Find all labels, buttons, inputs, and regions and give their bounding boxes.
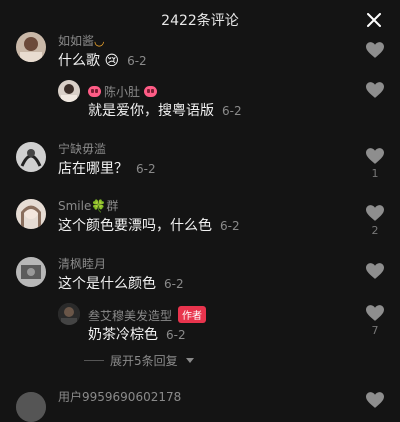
avatar[interactable] (16, 257, 46, 287)
comment-date: 6-2 (222, 104, 242, 118)
heart-icon (366, 263, 384, 279)
like-count: 2 (371, 224, 379, 237)
heart-icon (366, 42, 384, 58)
commenter-name[interactable]: 宁缺毋滥 (58, 140, 106, 157)
pig-icon (88, 86, 101, 97)
heart-icon (366, 82, 384, 98)
commenter-name[interactable]: 清枫睦月 (58, 255, 106, 272)
close-icon (367, 13, 381, 27)
comment-date: 6-2 (136, 162, 156, 176)
comment-date: 6-2 (166, 328, 186, 342)
commenter-name[interactable]: 用户9959690602178 (58, 388, 181, 405)
pig-icon (143, 86, 157, 97)
avatar[interactable] (16, 32, 46, 62)
chevron-down-icon (186, 358, 195, 363)
author-badge: 作者 (178, 306, 207, 323)
avatar[interactable] (58, 303, 80, 325)
commenter-name[interactable]: 如如酱◡ (58, 32, 105, 49)
comment-date: 6-2 (220, 219, 240, 233)
like-button[interactable] (364, 42, 386, 58)
divider (84, 360, 104, 361)
avatar[interactable] (16, 199, 46, 229)
avatar[interactable] (16, 142, 46, 172)
heart-icon (366, 392, 384, 408)
comment-date: 6-2 (164, 277, 184, 291)
comment-text: 就是爱你，搜粤语版 6-2 (88, 103, 242, 119)
like-count: 7 (371, 324, 379, 337)
comment-date: 6-2 (127, 54, 147, 68)
like-button[interactable]: 1 (364, 148, 386, 180)
expand-replies-button[interactable]: 展开5条回复 (84, 352, 195, 369)
like-button[interactable]: 7 (364, 305, 386, 337)
like-count: 1 (371, 167, 379, 180)
avatar[interactable] (58, 80, 80, 102)
commenter-name[interactable]: 叁艾穆美发造型 作者 (88, 306, 207, 324)
comment-text: 什么歌 😢 6-2 (58, 53, 147, 69)
heart-icon (366, 148, 384, 164)
like-button[interactable] (364, 263, 386, 279)
like-button[interactable] (364, 82, 386, 98)
avatar[interactable] (16, 392, 46, 422)
commenter-name[interactable]: Smile🍀群 (58, 197, 118, 214)
clover-icon: 🍀 (91, 199, 107, 213)
like-button[interactable] (364, 392, 386, 408)
comment-text: 奶茶冷棕色 6-2 (88, 327, 186, 343)
comment-text: 这个颜色要漂吗，什么色 6-2 (58, 218, 240, 234)
close-button[interactable] (364, 10, 384, 30)
crying-emoji: 😢 (104, 53, 120, 69)
comment-text: 这个是什么颜色 6-2 (58, 276, 184, 292)
comment-text: 店在哪里？ 6-2 (58, 161, 156, 177)
heart-icon (366, 205, 384, 221)
commenter-name[interactable]: 陈小肚 (88, 83, 160, 100)
heart-icon (366, 305, 384, 321)
comment-count-title: 2422条评论 (161, 13, 239, 29)
like-button[interactable]: 2 (364, 205, 386, 237)
